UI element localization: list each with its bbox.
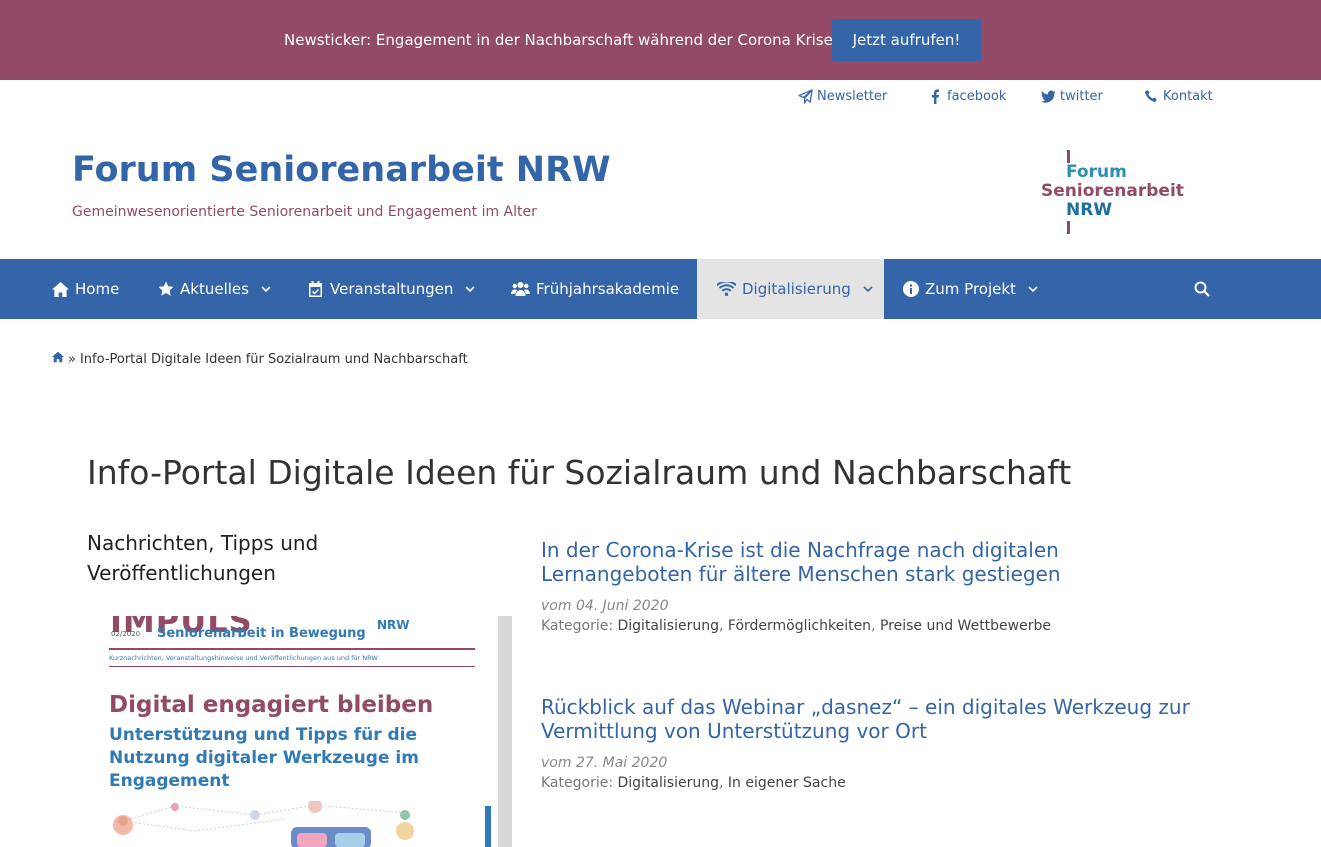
post-title-link[interactable]: In der Corona-Krise ist die Nachfrage na… bbox=[541, 538, 1201, 586]
cover-meta: Kurznachrichten, Veranstaltungshinweise … bbox=[109, 654, 378, 662]
kontakt-label: Kontakt bbox=[1163, 89, 1213, 104]
post-categories: Kategorie: Digitalisierung, Fördermöglic… bbox=[541, 618, 1051, 634]
nav-label: Digitalisierung bbox=[742, 280, 851, 298]
calendar-icon bbox=[309, 281, 322, 297]
category-label: Kategorie: bbox=[541, 618, 614, 634]
nav-item-fruehjahrsakademie[interactable]: Frühjahrsakademie bbox=[511, 259, 679, 319]
logo-line-3: NRW bbox=[1066, 200, 1113, 220]
cover-illustration bbox=[113, 801, 414, 847]
category-link[interactable]: Fördermöglichkeiten bbox=[728, 618, 871, 634]
nav-label: Home bbox=[75, 280, 120, 298]
logo-line-2: Seniorenarbeit bbox=[1041, 181, 1184, 201]
cover-subheadline: Unterstützung und Tipps für die Nutzung … bbox=[109, 725, 419, 791]
users-icon bbox=[511, 282, 530, 296]
breadcrumb-home-link[interactable] bbox=[52, 351, 64, 367]
twitter-label: twitter bbox=[1060, 89, 1103, 104]
newsticker-bar: Newsticker: Engagement in der Nachbarsch… bbox=[0, 0, 1321, 80]
post-title-link[interactable]: Rückblick auf das Webinar „dasnez“ – ein… bbox=[541, 695, 1201, 743]
facebook-icon bbox=[931, 89, 940, 104]
twitter-icon bbox=[1041, 90, 1056, 103]
category-link[interactable]: Digitalisierung bbox=[618, 775, 719, 791]
facebook-label: facebook bbox=[947, 89, 1007, 104]
breadcrumb-current: Info-Portal Digitale Ideen für Sozialrau… bbox=[79, 351, 468, 367]
chevron-down-icon bbox=[261, 286, 271, 293]
wifi-icon bbox=[717, 282, 736, 296]
main-navigation: Home Aktuelles Veranstaltungen Frühjahrs… bbox=[0, 259, 1321, 319]
facebook-link[interactable]: facebook bbox=[928, 89, 1006, 104]
post-date: vom 04. Juni 2020 bbox=[541, 598, 669, 614]
post-date: vom 27. Mai 2020 bbox=[541, 755, 668, 771]
breadcrumb-separator: » bbox=[68, 351, 76, 367]
cover-nrw: NRW bbox=[377, 618, 410, 632]
newsticker-text: Newsticker: Engagement in der Nachbarsch… bbox=[284, 31, 833, 49]
chevron-down-icon bbox=[1028, 286, 1038, 293]
category-link[interactable]: In eigener Sache bbox=[728, 775, 846, 791]
home-icon bbox=[52, 351, 64, 363]
nav-item-aktuelles[interactable]: Aktuelles bbox=[158, 259, 271, 319]
logo-line-1: Forum bbox=[1066, 162, 1127, 182]
post-categories: Kategorie: Digitalisierung, In eigener S… bbox=[541, 775, 846, 791]
nav-item-zum-projekt[interactable]: Zum Projekt bbox=[903, 259, 1038, 319]
publication-cover-image[interactable]: IMPULS 02/2020 Seniorenarbeit in Bewegun… bbox=[105, 616, 512, 847]
cover-divider bbox=[109, 666, 475, 667]
cover-subtitle: Seniorenarbeit in Bewegung bbox=[157, 626, 366, 641]
cover-headline: Digital engagiert bleiben bbox=[109, 692, 434, 718]
newsticker-button[interactable]: Jetzt aufrufen! bbox=[832, 19, 981, 61]
newsletter-link[interactable]: Newsletter bbox=[798, 89, 887, 104]
cover-accent-bar bbox=[485, 806, 491, 847]
nav-label: Veranstaltungen bbox=[330, 280, 454, 298]
nav-item-home[interactable]: Home bbox=[52, 259, 119, 319]
twitter-link[interactable]: twitter bbox=[1041, 89, 1103, 104]
post-item: Rückblick auf das Webinar „dasnez“ – ein… bbox=[541, 695, 1201, 791]
newsletter-label: Newsletter bbox=[817, 89, 888, 104]
phone-icon bbox=[1144, 90, 1157, 102]
cover-divider bbox=[109, 648, 475, 650]
nav-item-digitalisierung[interactable]: Digitalisierung bbox=[697, 259, 884, 319]
chevron-down-icon bbox=[465, 286, 475, 293]
cover-issue: 02/2020 bbox=[111, 630, 141, 638]
info-icon bbox=[903, 281, 919, 297]
chevron-down-icon bbox=[863, 286, 873, 293]
nav-label: Aktuelles bbox=[180, 280, 249, 298]
paper-plane-icon bbox=[798, 89, 813, 104]
post-item: In der Corona-Krise ist die Nachfrage na… bbox=[541, 538, 1201, 634]
breadcrumb: » Info-Portal Digitale Ideen für Sozialr… bbox=[52, 351, 468, 367]
site-logo[interactable]: Forum Seniorenarbeit NRW bbox=[1036, 148, 1200, 236]
nav-label: Frühjahrsakademie bbox=[536, 280, 680, 298]
kontakt-link[interactable]: Kontakt bbox=[1144, 89, 1213, 104]
search-button[interactable] bbox=[1194, 259, 1210, 319]
site-title[interactable]: Forum Seniorenarbeit NRW bbox=[72, 150, 611, 190]
star-icon bbox=[158, 281, 174, 296]
search-icon bbox=[1194, 281, 1210, 297]
sidebar-heading: Nachrichten, Tipps und Veröffentlichunge… bbox=[87, 531, 319, 585]
category-label: Kategorie: bbox=[541, 775, 614, 791]
home-icon bbox=[52, 281, 69, 297]
top-links: Newsletter facebook twitter Kontakt bbox=[0, 89, 1321, 111]
site-description: Gemeinwesenorientierte Seniorenarbeit un… bbox=[72, 204, 537, 220]
logo-bar-bottom bbox=[1067, 221, 1070, 234]
page-title: Info-Portal Digitale Ideen für Sozialrau… bbox=[87, 453, 1072, 492]
category-link[interactable]: Preise und Wettbewerbe bbox=[880, 618, 1051, 634]
category-link[interactable]: Digitalisierung bbox=[618, 618, 719, 634]
nav-label: Zum Projekt bbox=[925, 280, 1016, 298]
nav-item-veranstaltungen[interactable]: Veranstaltungen bbox=[307, 259, 475, 319]
cover-shadow bbox=[498, 616, 512, 847]
